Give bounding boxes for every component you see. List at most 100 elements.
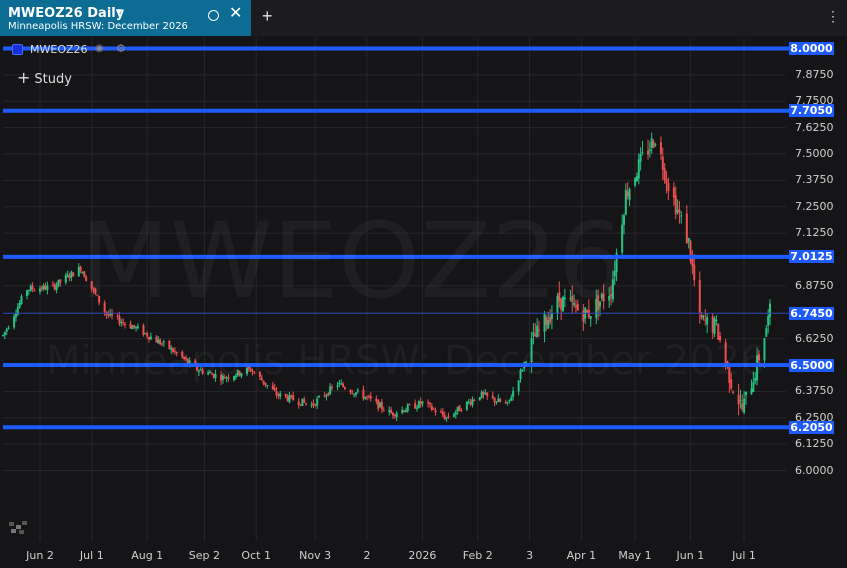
candle-body-169 <box>440 411 443 413</box>
gear-icon[interactable]: ⚙ <box>116 42 126 55</box>
candle-body-186 <box>482 391 485 395</box>
candle-body-283 <box>732 391 735 393</box>
candle-body-178 <box>460 410 463 412</box>
candle-body-171 <box>443 415 446 419</box>
candle-body-167 <box>432 408 435 410</box>
x-tick-label-1: Jul 1 <box>79 549 104 562</box>
candle-body-52 <box>135 327 138 329</box>
candle-body-148 <box>382 410 385 412</box>
candle-body-253 <box>654 144 657 146</box>
price-badge-3[interactable]: 7.7050 <box>789 104 834 118</box>
series-color-swatch[interactable] <box>12 44 23 55</box>
candle-body-245 <box>635 176 638 182</box>
chart-tab[interactable]: MWEOZ26 Daily ▼ Minneapolis HRSW: Decemb… <box>0 0 251 36</box>
candle-body-272 <box>704 319 707 321</box>
x-tick-label-3: Sep 2 <box>188 549 220 562</box>
candle-body-243 <box>628 189 631 200</box>
candle-body-28 <box>72 272 75 277</box>
candle-body-207 <box>536 325 539 337</box>
price-badge-11[interactable]: 6.7450 <box>789 306 834 320</box>
y-tick-label-10: 6.8750 <box>795 278 834 292</box>
candle-body-122 <box>316 398 319 406</box>
candle-body-139 <box>362 389 365 399</box>
candle-body-289 <box>750 388 753 395</box>
candle-body-54 <box>142 325 145 335</box>
candle-body-119 <box>310 404 313 406</box>
candle-body-103 <box>266 385 269 387</box>
y-tick-label-8: 7.1250 <box>795 226 834 240</box>
y-tick-label-6: 7.3750 <box>795 173 834 187</box>
candle-body-111 <box>288 394 291 403</box>
candle-body-187 <box>484 393 487 395</box>
candle-body-5 <box>14 313 17 318</box>
price-badge-0[interactable]: 8.0000 <box>789 42 834 55</box>
candle-body-164 <box>427 402 430 404</box>
candle-body-113 <box>292 395 295 401</box>
candle-body-110 <box>286 396 289 401</box>
candle-body-179 <box>465 401 468 410</box>
menu-dots-icon[interactable]: ⋮ <box>826 9 840 23</box>
plus-icon[interactable]: + <box>262 7 273 25</box>
candle-body-189 <box>491 395 494 398</box>
candle-body-265 <box>687 238 690 242</box>
candle-body-12 <box>31 285 34 290</box>
candle-body-196 <box>508 399 511 401</box>
candle-body-56 <box>146 333 149 337</box>
x-tick-label-11: May 1 <box>618 549 652 562</box>
candle-body-10 <box>27 289 30 291</box>
candle-body-191 <box>495 401 498 404</box>
x-tick-label-8: Feb 2 <box>462 549 493 562</box>
candle-body-133 <box>343 387 346 390</box>
candle-body-155 <box>403 410 406 412</box>
candle-body-193 <box>499 398 502 402</box>
candle-body-2 <box>5 328 8 332</box>
candle-body-8 <box>20 296 23 304</box>
x-tick-label-7: 2026 <box>408 549 437 562</box>
candle-body-184 <box>478 397 481 400</box>
candle-body-125 <box>325 394 328 397</box>
candle-body-121 <box>314 404 317 406</box>
y-tick-label-7: 7.2500 <box>795 199 834 213</box>
candle-body-18 <box>46 285 49 291</box>
candle-body-208 <box>537 329 540 331</box>
candle-body-109 <box>284 393 287 397</box>
candle-body-153 <box>395 413 398 418</box>
candle-body-256 <box>663 168 666 180</box>
candle-body-48 <box>123 323 126 325</box>
candle-body-127 <box>329 386 332 395</box>
eye-icon[interactable]: ◉ <box>95 43 104 54</box>
price-badge-16[interactable]: 6.2050 <box>789 420 834 434</box>
candle-body-248 <box>641 151 644 153</box>
candle-body-154 <box>401 409 404 413</box>
candle-body-284 <box>737 394 740 405</box>
candle-body-21 <box>55 285 58 291</box>
price-badge-9[interactable]: 7.0125 <box>789 250 834 264</box>
candle-body-112 <box>290 395 293 397</box>
candle-body-117 <box>303 399 306 403</box>
candle-body-162 <box>419 401 422 405</box>
candle-body-194 <box>504 402 507 404</box>
add-study-button[interactable]: + Study <box>17 68 72 87</box>
candle-body-11 <box>29 285 32 291</box>
candle-body-185 <box>480 391 483 398</box>
price-badge-13[interactable]: 6.5000 <box>789 358 834 372</box>
candle-body-47 <box>122 322 125 324</box>
caret-down-icon[interactable]: ▼ <box>114 7 124 18</box>
legend-symbol: MWEOZ26 <box>30 43 88 56</box>
candle-body-140 <box>364 396 367 400</box>
candle-body-170 <box>441 411 444 416</box>
candle-body-116 <box>301 398 304 407</box>
candle-body-126 <box>327 393 330 396</box>
candle-body-0 <box>2 335 4 337</box>
close-icon[interactable]: ✕ <box>229 6 242 22</box>
candle-body-138 <box>356 389 359 392</box>
x-tick-label-13: Jul 1 <box>732 549 756 562</box>
ring-icon[interactable] <box>208 10 219 21</box>
candle-body-151 <box>391 412 394 416</box>
candle-body-50 <box>131 326 134 330</box>
candle-body-26 <box>68 276 71 279</box>
candle-body-152 <box>393 414 396 416</box>
candle-body-206 <box>534 334 537 337</box>
candle-body-166 <box>430 405 433 410</box>
candle-body-137 <box>355 392 358 395</box>
